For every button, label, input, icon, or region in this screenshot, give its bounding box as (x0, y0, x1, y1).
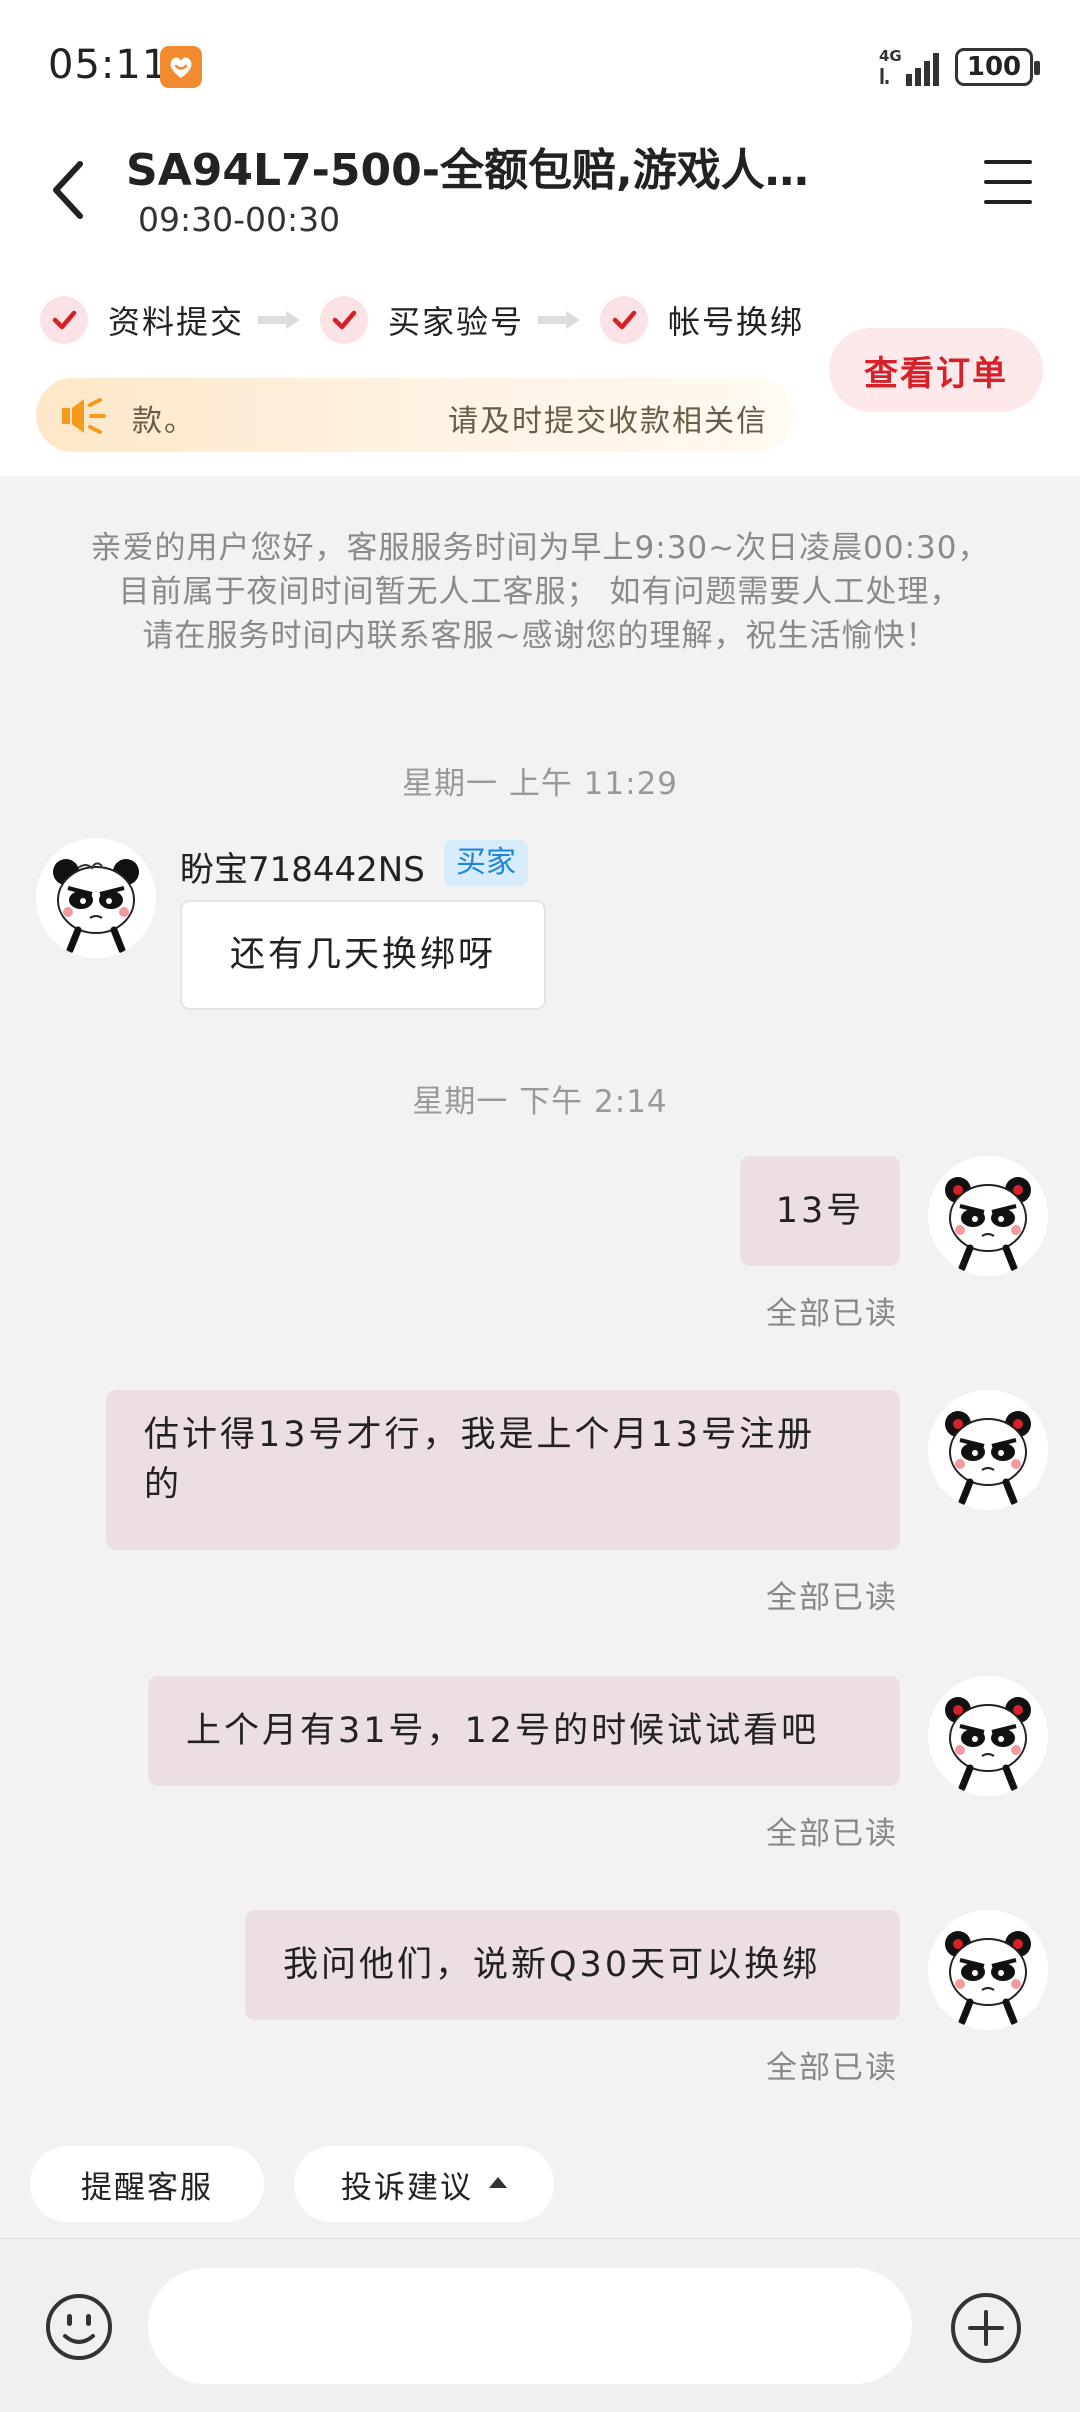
buyer-badge: 买家 (444, 840, 528, 886)
more-button[interactable] (948, 2290, 1024, 2366)
message-text: 的 (144, 1465, 183, 1505)
app-notification-icon (160, 46, 202, 88)
speaker-icon (62, 398, 106, 434)
status-bar: 05:11 4G 100 (0, 0, 1080, 130)
service-hours: 09:30-00:30 (138, 200, 341, 239)
read-status: 全部已读 (766, 1296, 898, 1332)
step-rebind: 帐号换绑 (600, 296, 804, 344)
message-bubble-incoming[interactable]: 还有几天换绑呀 (180, 900, 546, 1010)
notice-text: 款。 (132, 404, 196, 439)
timestamp: 星期一 下午 2:14 (412, 1084, 668, 1120)
battery-icon: 100 (955, 48, 1040, 86)
check-icon (600, 296, 649, 344)
page-title: SA94L7-500-全额包赔,游戏人… (126, 145, 809, 196)
message-bubble-outgoing[interactable]: 上个月有31号，12号的时候试试看吧 (148, 1676, 900, 1786)
remind-service-button[interactable]: 提醒客服 (30, 2146, 264, 2222)
step-label: 买家验号 (388, 303, 525, 341)
notice-marquee[interactable]: 款。 请及时提交收款相关信 (36, 378, 794, 452)
timestamp: 星期一 上午 11:29 (401, 766, 679, 802)
signal-icon: 4G (878, 44, 946, 88)
menu-button[interactable] (980, 160, 1040, 216)
arrow-right-icon (538, 311, 581, 329)
arrow-right-icon (258, 311, 301, 329)
read-status: 全部已读 (766, 1816, 898, 1852)
order-steps: 资料提交 买家验号 帐号换绑 (40, 292, 804, 348)
step-submit: 资料提交 (40, 296, 244, 344)
emoji-button[interactable] (44, 2292, 114, 2362)
my-avatar[interactable] (928, 1676, 1048, 1796)
remind-service-label: 提醒客服 (81, 2169, 213, 2206)
system-notice-line: 亲爱的用户您好，客服服务时间为早上9:30~次日凌晨00:30， (90, 530, 990, 566)
chevron-left-icon (53, 161, 83, 219)
system-notice-line: 目前属于夜间时间暂无人工客服； 如有问题需要人工处理， (118, 574, 962, 610)
message-bubble-outgoing[interactable]: 13号 (740, 1156, 900, 1266)
my-avatar[interactable] (928, 1156, 1048, 1276)
check-icon (40, 296, 88, 344)
system-notice: 亲爱的用户您好，客服服务时间为早上9:30~次日凌晨00:30， 目前属于夜间时… (40, 526, 1040, 658)
system-notice-line: 请在服务时间内联系客服~感谢您的理解，祝生活愉快！ (142, 618, 938, 654)
smiley-icon (46, 2294, 112, 2360)
network-type: 4G (879, 47, 902, 65)
notice-text: 请及时提交收款相关信 (448, 404, 768, 439)
sender-name: 盼宝718442NS (180, 850, 425, 890)
message-bubble-outgoing[interactable]: 估计得13号才行，我是上个月13号注册 的 (106, 1390, 900, 1550)
plus-circle-icon (951, 2293, 1021, 2363)
message-text: 估计得13号才行，我是上个月13号注册 (144, 1415, 816, 1455)
back-button[interactable] (44, 150, 94, 230)
my-avatar[interactable] (928, 1910, 1048, 2030)
hamburger-icon (980, 160, 1040, 204)
message-bubble-outgoing[interactable]: 我问他们，说新Q30天可以换绑 (245, 1910, 900, 2020)
message-input[interactable] (148, 2268, 912, 2384)
check-icon (320, 296, 369, 344)
my-avatar[interactable] (928, 1390, 1048, 1510)
read-status: 全部已读 (766, 1580, 898, 1616)
read-status: 全部已读 (766, 2050, 898, 2086)
view-order-button[interactable]: 查看订单 (829, 328, 1043, 412)
step-label: 帐号换绑 (668, 303, 805, 341)
complaint-button[interactable]: 投诉建议 (294, 2146, 554, 2222)
step-verify: 买家验号 (320, 296, 524, 344)
caret-up-icon (489, 2176, 507, 2188)
buyer-avatar[interactable] (36, 838, 156, 958)
complaint-label: 投诉建议 (341, 2169, 473, 2206)
status-time: 05:11 (48, 42, 169, 88)
step-label: 资料提交 (108, 303, 245, 341)
